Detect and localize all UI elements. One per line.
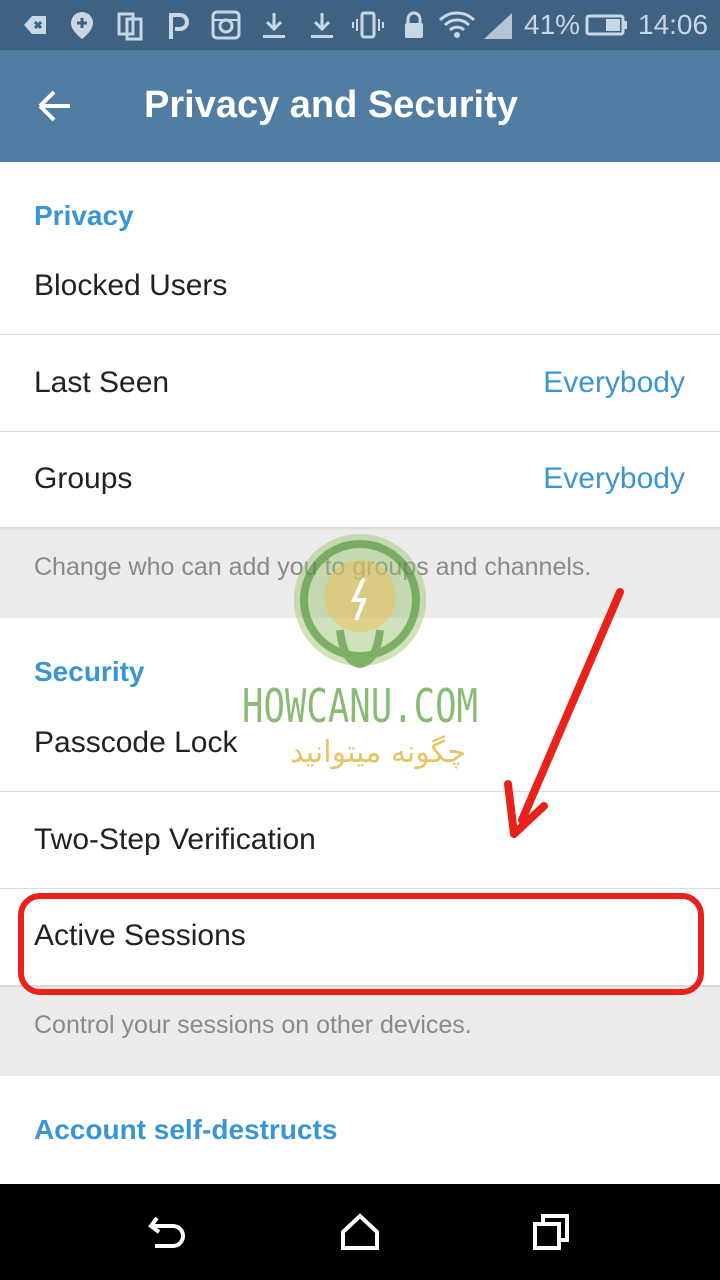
back-icon [148,1216,185,1248]
lock-icon [405,11,423,38]
clock: 14:06 [638,9,709,40]
item-label: Active Sessions [34,919,246,952]
nav-home-button[interactable] [335,1208,385,1258]
item-label: Two-Step Verification [34,823,316,856]
nav-recents-button[interactable] [527,1208,577,1258]
page-title: Privacy and Security [144,84,518,126]
groups-item[interactable]: Groups Everybody [0,431,720,527]
navigation-bar [0,1184,720,1280]
copy-icon [117,12,143,41]
nav-back-button[interactable] [143,1208,193,1258]
download-icon [263,13,285,38]
item-value: Everybody [543,366,685,399]
battery-icon [585,14,627,36]
privacy-info-text: Change who can add you to groups and cha… [34,553,592,581]
home-icon [341,1213,379,1250]
item-value: Everybody [543,462,685,495]
section-shadow [0,527,720,530]
vibrate-icon [352,11,384,39]
passcode-lock-item[interactable]: Passcode Lock [0,695,720,791]
active-sessions-item[interactable]: Active Sessions [0,888,720,984]
section-header-account[interactable]: Account self-destructs [34,1114,337,1146]
security-section: Security Passcode Lock Two-Step Verifica… [0,618,720,985]
arrow-left-icon [38,90,70,122]
security-info-text: Control your sessions on other devices. [34,1011,472,1039]
section-shadow [0,985,720,988]
battery-percent: 41% [524,9,581,40]
item-label: Groups [34,462,133,495]
location-add-icon [71,12,93,39]
blocked-users-item[interactable]: Blocked Users [0,238,720,334]
privacy-section: Privacy Blocked Users Last Seen Everybod… [0,162,720,527]
item-label: Passcode Lock [34,726,238,759]
status-bar: 41% 14:06 [0,0,720,50]
dropbox-remove-icon [24,16,46,34]
signal-icon [484,13,512,39]
recents-icon [533,1214,569,1250]
last-seen-item[interactable]: Last Seen Everybody [0,335,720,431]
item-label: Last Seen [34,366,170,399]
item-label: Blocked Users [34,269,228,302]
section-header-privacy: Privacy [34,200,134,231]
section-header-security: Security [34,656,145,687]
wifi-icon [438,11,476,38]
two-step-verification-item[interactable]: Two-Step Verification [0,792,720,888]
pinterest-icon [169,13,189,39]
download-icon [311,13,333,38]
back-button[interactable] [20,84,90,128]
app-bar: Privacy and Security [0,50,720,162]
account-section: Account self-destructs [0,1076,720,1184]
instagram-icon [211,10,241,40]
